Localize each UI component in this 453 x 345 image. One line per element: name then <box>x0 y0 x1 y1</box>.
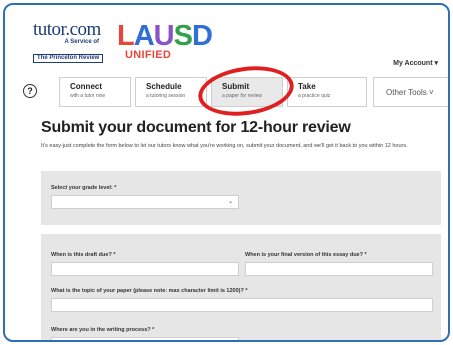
nav-item-subtitle: with a tutor now <box>70 93 106 99</box>
nav-take-quiz[interactable]: Take a practice quiz <box>287 77 367 107</box>
final-due-field[interactable] <box>245 262 433 276</box>
grade-select[interactable]: ⌄ <box>51 195 239 209</box>
page-intro-text: It's easy-just complete the form below t… <box>41 143 408 149</box>
lausd-letter: A <box>133 20 155 52</box>
lausd-logo: LAUSD <box>117 20 213 52</box>
caret-down-icon: ▾ <box>434 60 438 67</box>
my-account-label: My Account <box>393 60 433 67</box>
page-title: Submit your document for 12-hour review <box>41 119 351 136</box>
final-due-label: When is your final version of this essay… <box>245 252 367 258</box>
process-label: Where are you in the writing process? * <box>51 327 155 333</box>
my-account-menu[interactable]: My Account ▾ <box>393 59 438 67</box>
topic-field[interactable] <box>51 298 433 312</box>
tutor-com-service-text: A Service of <box>64 39 99 45</box>
lausd-unified-text: UNIFIED <box>125 49 172 61</box>
other-tools-dropdown[interactable]: Other Tools ˅ <box>373 77 448 107</box>
nav-item-title: Take <box>298 82 316 91</box>
nav-connect[interactable]: Connect with a tutor now <box>59 77 131 107</box>
other-tools-label: Other Tools <box>386 88 427 97</box>
grade-label: Select your grade level: * <box>51 185 117 191</box>
nav-item-subtitle: a practice quiz <box>298 93 331 99</box>
draft-due-field[interactable] <box>51 262 239 276</box>
lausd-letter: D <box>191 20 213 52</box>
nav-schedule[interactable]: Schedule a tutoring session <box>135 77 207 107</box>
help-icon[interactable]: ? <box>23 84 37 98</box>
tutor-com-logo[interactable]: tutor.com A Service of The Princeton Rev… <box>33 19 113 64</box>
lausd-letter: U <box>153 20 175 52</box>
nav-item-title: Schedule <box>146 82 182 91</box>
chevron-down-icon: ⌄ <box>227 199 233 205</box>
princeton-review-text: The Princeton Review <box>33 54 104 63</box>
lausd-letter: S <box>173 20 193 52</box>
caret-down-icon: ˅ <box>429 88 434 97</box>
details-panel: When is this draft due? * When is your f… <box>41 234 441 342</box>
process-select[interactable]: ⌄ <box>51 337 239 342</box>
chevron-down-icon: ⌄ <box>228 340 233 342</box>
browser-frame: tutor.com A Service of The Princeton Rev… <box>3 3 450 342</box>
lausd-letter: L <box>117 20 135 52</box>
grade-panel: Select your grade level: * ⌄ <box>41 171 441 225</box>
topic-label: What is the topic of your paper (please … <box>51 288 248 294</box>
tutor-com-wordmark: tutor.com <box>33 19 101 40</box>
draft-due-label: When is this draft due? * <box>51 252 116 258</box>
site-header: tutor.com A Service of The Princeton Rev… <box>5 5 448 71</box>
nav-item-subtitle: a tutoring session <box>146 93 186 99</box>
nav-item-title: Connect <box>70 82 102 91</box>
